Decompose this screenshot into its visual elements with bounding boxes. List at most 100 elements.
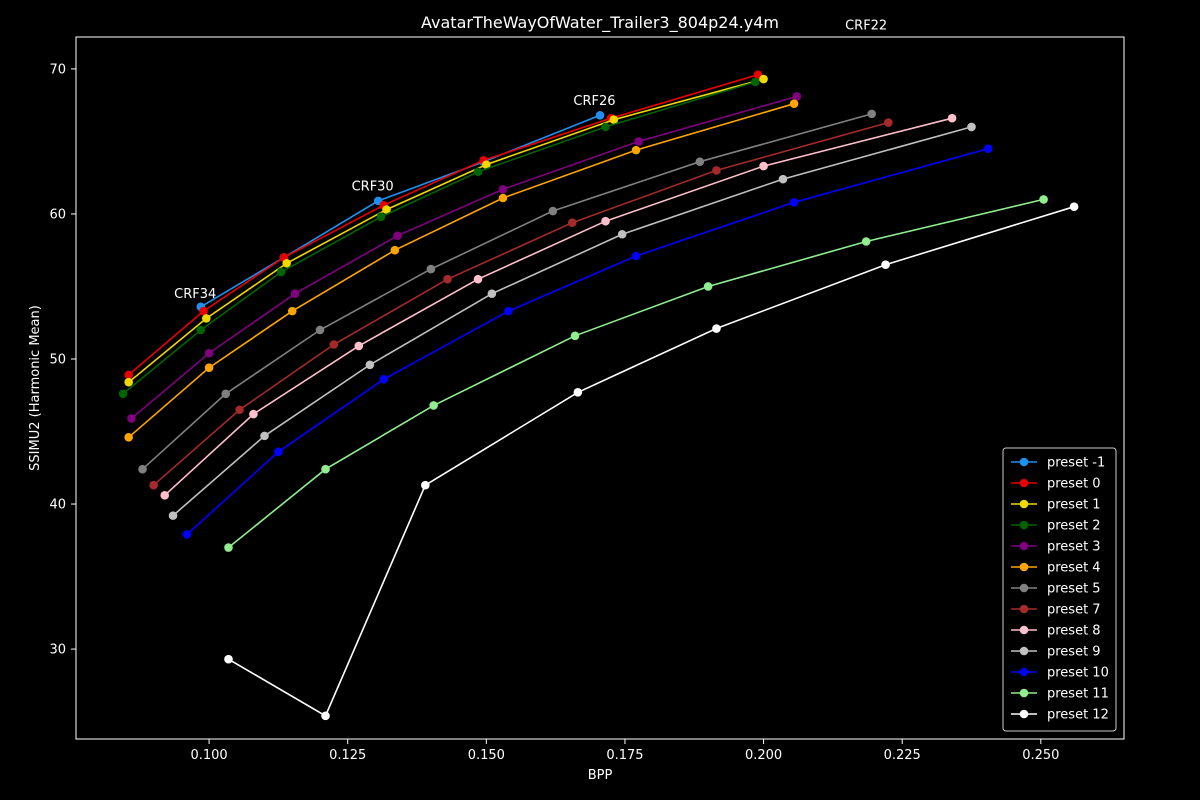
data-point xyxy=(703,282,713,291)
x-tick-label: 0.125 xyxy=(329,748,366,763)
data-point xyxy=(260,431,269,441)
data-point xyxy=(202,314,211,323)
legend-swatch-marker xyxy=(1019,541,1029,551)
data-point xyxy=(196,325,206,335)
data-point xyxy=(867,109,877,119)
legend-label: preset 11 xyxy=(1047,687,1109,702)
data-point xyxy=(570,331,580,341)
data-point xyxy=(379,374,389,384)
y-tick-label: 70 xyxy=(49,62,66,77)
legend-swatch-marker xyxy=(1019,688,1029,698)
data-point xyxy=(429,401,438,410)
legend-swatch-marker xyxy=(1019,499,1029,509)
data-point xyxy=(182,530,192,539)
annotation-label: CRF26 xyxy=(573,94,615,109)
data-point xyxy=(365,360,375,370)
data-point xyxy=(124,377,133,387)
y-axis-title: SSIMU2 (Harmonic Mean) xyxy=(28,305,43,471)
data-point xyxy=(282,258,292,268)
legend-label: preset 10 xyxy=(1047,666,1109,681)
legend-swatch-marker xyxy=(1019,457,1029,467)
data-point xyxy=(204,348,214,358)
data-point xyxy=(487,289,497,299)
data-point xyxy=(595,111,605,120)
legend-label: preset 4 xyxy=(1047,561,1101,576)
data-point xyxy=(149,480,158,490)
y-tick-label: 40 xyxy=(49,498,66,513)
data-point xyxy=(321,711,330,721)
legend-swatch-marker xyxy=(1019,478,1029,488)
annotation-label: CRF22 xyxy=(845,19,887,34)
data-point xyxy=(443,274,452,284)
data-point xyxy=(204,363,214,372)
x-tick-label: 0.150 xyxy=(468,748,505,763)
x-tick-label: 0.225 xyxy=(884,748,921,763)
legend-label: preset 1 xyxy=(1047,498,1101,513)
data-point xyxy=(321,464,330,474)
legend: preset -1 preset 0 preset 1 preset 2 preset … xyxy=(1002,447,1117,732)
legend-label: preset 0 xyxy=(1047,477,1101,492)
data-point xyxy=(712,166,721,175)
data-point xyxy=(426,264,436,274)
data-point xyxy=(124,433,133,442)
legend-swatch-marker xyxy=(1019,520,1029,530)
legend-label: preset 2 xyxy=(1047,519,1101,534)
legend-swatch-marker xyxy=(1019,646,1029,656)
legend-swatch-marker xyxy=(1019,625,1029,635)
data-point xyxy=(789,99,799,109)
data-point xyxy=(274,447,283,457)
data-point xyxy=(1039,195,1048,204)
data-point xyxy=(224,543,233,552)
data-point xyxy=(712,324,721,333)
axes-group: 0.100 0.125 0.150 0.175 0.200 0.225 0.250 30 40 5… xyxy=(49,36,1125,763)
data-point xyxy=(759,74,768,84)
data-point xyxy=(759,161,768,171)
data-point xyxy=(634,137,644,146)
legend-swatch-marker xyxy=(1019,604,1029,614)
chart-figure: AvatarTheWayOfWater_Trailer3_804p24.y4m … xyxy=(0,0,1200,800)
legend-swatch-marker xyxy=(1019,667,1029,677)
annotation-label: CRF34 xyxy=(174,287,216,302)
chart-title: AvatarTheWayOfWater_Trailer3_804p24.y4m xyxy=(421,13,779,33)
data-point xyxy=(967,122,976,132)
legend-label: preset 8 xyxy=(1047,624,1101,639)
data-point xyxy=(498,184,508,194)
data-point xyxy=(1069,202,1079,211)
x-axis-title: BPP xyxy=(588,768,613,783)
legend-swatch-marker xyxy=(1019,709,1029,719)
data-point xyxy=(601,122,610,132)
data-point xyxy=(573,388,583,397)
data-point xyxy=(224,654,233,664)
legend-label: preset 3 xyxy=(1047,540,1101,555)
data-point xyxy=(789,198,799,207)
legend-label: preset 12 xyxy=(1047,708,1109,723)
data-point xyxy=(168,511,178,520)
data-point xyxy=(249,409,258,419)
legend-label: preset 7 xyxy=(1047,603,1101,618)
x-tick-label: 0.200 xyxy=(745,748,782,763)
legend-label: preset -1 xyxy=(1047,456,1105,471)
legend-label: preset 9 xyxy=(1047,645,1101,660)
data-point xyxy=(601,216,610,226)
data-point xyxy=(138,464,147,474)
data-point xyxy=(354,341,364,351)
data-point xyxy=(376,212,386,222)
data-point xyxy=(235,405,244,415)
data-point xyxy=(127,414,136,423)
chart-svg: AvatarTheWayOfWater_Trailer3_804p24.y4m … xyxy=(0,0,1200,800)
data-point xyxy=(504,306,513,316)
data-point xyxy=(884,118,893,127)
data-point xyxy=(861,237,871,246)
data-point xyxy=(393,231,402,241)
data-point xyxy=(947,113,957,123)
data-point xyxy=(617,229,627,239)
legend-swatch-marker xyxy=(1019,562,1029,572)
y-tick-label: 60 xyxy=(49,207,66,222)
data-point xyxy=(118,389,128,399)
legend-swatch-marker xyxy=(1019,583,1029,593)
annotation-label: CRF30 xyxy=(352,180,394,195)
y-tick-label: 50 xyxy=(49,352,66,367)
data-point xyxy=(750,77,760,87)
data-point xyxy=(160,491,170,500)
data-point xyxy=(695,157,705,167)
